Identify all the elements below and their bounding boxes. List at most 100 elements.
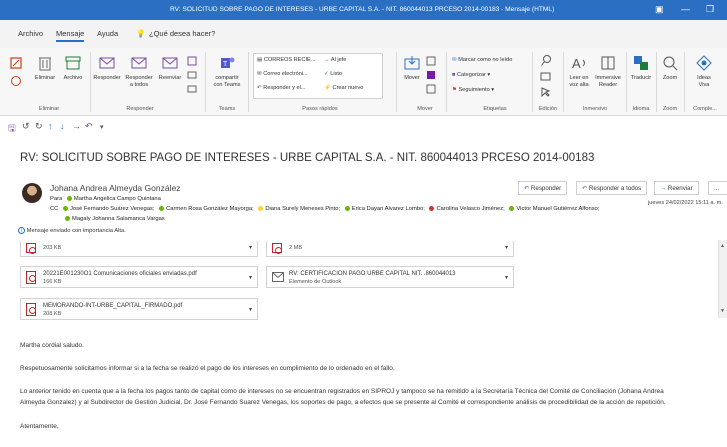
tab-mensaje[interactable]: Mensaje [56, 29, 85, 42]
more-actions-button[interactable]: ... [708, 181, 727, 195]
attachment-type: Elemento de Outlook [289, 279, 342, 285]
to-row: Para Martha Angelica Campo Quintana [50, 196, 161, 202]
cc-recipient[interactable]: Carolina Velasco Jiménez; [436, 206, 504, 212]
more-respond-icon[interactable] [187, 84, 197, 94]
chevron-down-icon[interactable]: ▾ [249, 244, 252, 251]
cc-recipient[interactable]: Erica Dayan Alvarez Lombo; [352, 206, 425, 212]
quick-step-al-jefe[interactable]: → Al jefe [324, 57, 346, 63]
save-icon[interactable]: 🖫 [8, 121, 16, 137]
chevron-down-icon[interactable]: ▾ [505, 274, 508, 281]
sender-name[interactable]: Johana Andrea Almeyda González [50, 183, 180, 193]
quick-step-listo[interactable]: ✓ Listo [324, 71, 342, 77]
share-teams-button[interactable]: T compartir con Teams [210, 54, 244, 89]
zoom-icon [663, 56, 678, 71]
up-arrow-icon[interactable]: ↑ [48, 121, 53, 131]
immersive-reader-button[interactable]: Immersive Reader [594, 54, 622, 89]
reply-button[interactable]: Responder [92, 54, 122, 82]
scroll-up-icon[interactable]: ▲ [720, 243, 725, 249]
meeting-icon[interactable] [187, 56, 197, 66]
viva-insights-button[interactable]: Ideas Viva [690, 54, 718, 89]
cc-recipient[interactable]: Magaly Johanna Salamanca Vargas [72, 216, 165, 222]
trash-icon [39, 57, 51, 71]
ribbon: Eliminar Archivo Eliminar Responder Resp… [0, 48, 727, 116]
forward-label: Reenviar [158, 75, 182, 81]
delete-button[interactable]: Eliminar [32, 54, 58, 82]
undo-icon[interactable]: ↺ [22, 121, 30, 132]
chevron-down-icon[interactable]: ▾ [249, 274, 252, 281]
message-subject: RV: SOLICITUD SOBRE PAGO DE INTERESES - … [20, 152, 595, 164]
minimize-icon[interactable]: — [681, 4, 690, 14]
reply-all-label-2: a todos [129, 82, 149, 88]
tab-archivo[interactable]: Archivo [18, 29, 43, 38]
group-label-responder: Responder [126, 106, 154, 112]
translate-button[interactable]: Traducir [629, 54, 653, 82]
cc-label: CC [50, 206, 59, 213]
scroll-down-icon[interactable]: ▼ [720, 308, 725, 314]
quick-step-correo-electronico[interactable]: ✉ Correo electróni... [257, 71, 308, 77]
redo-icon[interactable]: ↻ [35, 121, 43, 132]
group-label-idioma: Idioma [632, 106, 650, 112]
quick-steps-gallery: ▤ CORREOS RECIE... ✉ Correo electróni...… [253, 53, 383, 99]
junk-icon[interactable] [10, 75, 22, 87]
down-arrow-icon[interactable]: ↓ [60, 121, 65, 131]
cc-recipient[interactable]: Carmen Rosa González Mayorga; [166, 206, 254, 212]
cc-recipient[interactable]: José Fernando Suárez Venegas; [70, 206, 154, 212]
select-icon[interactable] [540, 87, 552, 97]
cc-recipient[interactable]: Victor Manuel Gutiérrez Alfonso; [516, 206, 599, 212]
im-icon[interactable] [187, 70, 197, 80]
forward-button[interactable]: Reenviar [156, 54, 184, 82]
read-aloud-button[interactable]: A Leer en voz alta [566, 54, 592, 89]
categorize-button[interactable]: ■ Categorizar ▾ [452, 72, 490, 78]
quick-step-crear-nuevo[interactable]: ⚡ Crear nuevo [324, 85, 363, 91]
translate-icon [634, 56, 648, 70]
chevron-down-icon[interactable]: ▾ [249, 306, 252, 313]
group-separator [684, 52, 685, 112]
zoom-button[interactable]: Zoom [659, 54, 681, 82]
quick-access-toolbar: 🖫 ↺ ↻ ↑ ↓ → ↶ ▾ [0, 116, 727, 138]
customize-qat-icon[interactable]: ▾ [100, 123, 104, 131]
forward-icon [162, 57, 178, 69]
move-button[interactable]: Mover [400, 54, 424, 82]
group-label-etiquetas: Etiquetas [483, 106, 507, 112]
rules-icon[interactable] [426, 56, 436, 66]
tab-ayuda[interactable]: Ayuda [97, 29, 118, 38]
attachment-item[interactable]: 203 KB ▾ [20, 241, 258, 257]
actions-icon[interactable] [426, 84, 436, 94]
follow-up-button[interactable]: ⚑ Seguimiento ▾ [452, 87, 494, 93]
attachments-scrollbar[interactable]: ▲ ▼ [718, 240, 727, 318]
reply-all-action-button[interactable]: ↶ Responder a todos [576, 181, 648, 195]
immersive-label-2: Reader [598, 82, 618, 88]
forward-action-button[interactable]: → Reenviar [654, 181, 699, 195]
ignore-icon[interactable] [10, 57, 22, 69]
presence-icon [429, 206, 435, 211]
zoom-label: Zoom [662, 75, 678, 81]
restore-icon[interactable]: ❐ [706, 4, 714, 15]
forward-arrow-icon[interactable]: → [72, 121, 81, 131]
cc-recipient[interactable]: Diana Surely Meneses Pinto; [265, 206, 340, 212]
read-aloud-icon: A [572, 56, 585, 71]
quick-step-responder-eliminar[interactable]: ↶ Responder y el... [257, 85, 306, 91]
attachment-item[interactable]: RV: CERTIFICACION PAGO URBE CAPITAL NIT.… [266, 266, 514, 288]
attachment-size: 166 KB [43, 279, 62, 285]
group-separator [532, 52, 533, 112]
attachment-item[interactable]: MEMORANDO-INT-URBE_CAPITAL_FIRMADO.pdf 2… [20, 298, 258, 320]
reply-icon [99, 57, 115, 69]
archive-button[interactable]: Archivo [60, 54, 86, 82]
reply-all-button[interactable]: Responder a todos [123, 54, 155, 89]
teams-label-1: compartir [215, 75, 239, 81]
attachment-name: 20221E001230O1 Comunicaciones oficiales … [43, 271, 197, 277]
sender-avatar[interactable] [22, 183, 42, 203]
mark-unread-button[interactable]: ✉ Marcar como no leído [452, 57, 512, 63]
reply-action-button[interactable]: ↶ Responder [518, 181, 568, 195]
search-box[interactable]: ¿Qué desea hacer? [149, 29, 215, 38]
ribbon-display-icon[interactable]: ▣ [655, 4, 664, 15]
reply-quick-icon[interactable]: ↶ [85, 121, 93, 132]
to-recipient[interactable]: Martha Angelica Campo Quintana [74, 196, 161, 202]
chevron-down-icon[interactable]: ▾ [505, 244, 508, 251]
quick-step-correos[interactable]: ▤ CORREOS RECIE... [257, 57, 315, 63]
attachment-item[interactable]: 2 MB ▾ [266, 241, 514, 257]
related-icon[interactable] [540, 72, 552, 82]
onenote-icon[interactable] [426, 70, 436, 80]
attachment-item[interactable]: 20221E001230O1 Comunicaciones oficiales … [20, 266, 258, 288]
find-icon[interactable] [540, 54, 552, 68]
